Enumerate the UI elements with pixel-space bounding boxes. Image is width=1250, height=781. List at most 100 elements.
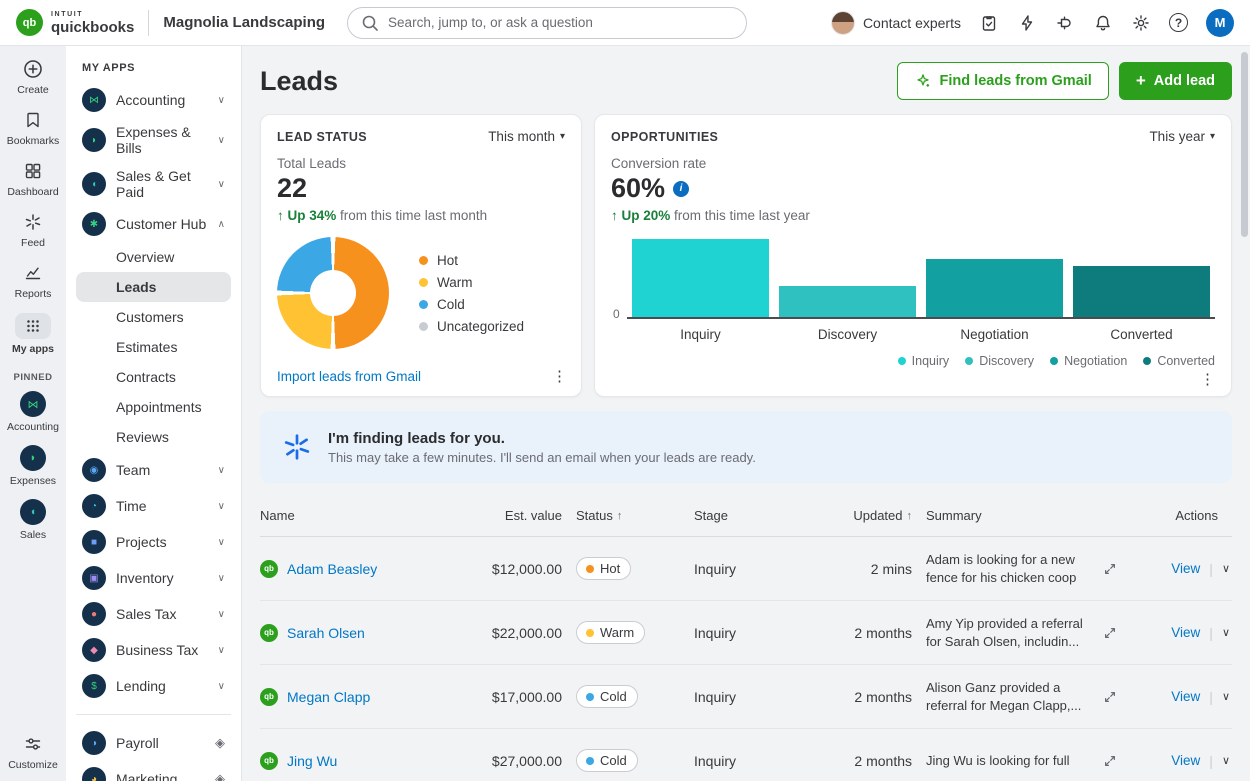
scrollbar-thumb[interactable] <box>1241 52 1248 237</box>
lead-name-link[interactable]: Megan Clapp <box>287 689 370 705</box>
rail-item-feed[interactable]: Feed <box>21 211 45 249</box>
lead-name-link[interactable]: Adam Beasley <box>287 561 377 577</box>
app-row[interactable]: ⋈ Accounting ∨ <box>76 82 231 118</box>
app-row[interactable]: ◆ Business Tax ∨ <box>76 632 231 668</box>
customer-hub-subitem[interactable]: Leads <box>76 272 231 302</box>
notifications-bell-icon[interactable] <box>1093 13 1113 33</box>
app-row-customer-hub[interactable]: ✱ Customer Hub ∧ <box>76 206 231 242</box>
app-row[interactable]: ◖ Sales & Get Paid ∨ <box>76 162 231 206</box>
lead-status-kebab-menu[interactable]: ⋮ <box>552 367 567 385</box>
app-row[interactable]: $ Lending ∨ <box>76 668 231 704</box>
customer-hub-subitem[interactable]: Reviews <box>76 422 231 452</box>
column-header-updated[interactable]: Updated ↑ <box>798 508 926 523</box>
app-row[interactable]: ◗ Expenses & Bills ∨ <box>76 118 231 162</box>
customer-hub-glyph: ✱ <box>90 219 98 230</box>
contact-experts-button[interactable]: Contact experts <box>831 11 961 35</box>
summary-cell: Alison Ganz provided a referral for Mega… <box>926 679 1102 714</box>
customize-sliders-icon <box>23 734 43 754</box>
app-row[interactable]: ◔ Time ∨ <box>76 488 231 524</box>
customer-hub-subitem[interactable]: Appointments <box>76 392 231 422</box>
premium-app-row[interactable]: ◕ Marketing ◈ <box>76 761 231 781</box>
company-name[interactable]: Magnolia Landscaping <box>163 14 325 31</box>
info-icon[interactable]: i <box>673 181 689 197</box>
rail-item-customize[interactable]: Customize <box>8 733 58 771</box>
customer-hub-subitem[interactable]: Customers <box>76 302 231 332</box>
table-row: qb Adam Beasley $12,000.00 Hot Inquiry 2… <box>260 537 1232 601</box>
app-icon: ● <box>82 602 106 626</box>
rail-item-dashboard[interactable]: Dashboard <box>7 160 58 198</box>
expand-summary-icon[interactable] <box>1102 625 1136 641</box>
legend-dot <box>898 357 906 365</box>
user-avatar[interactable]: M <box>1206 9 1234 37</box>
rail-label-dashboard: Dashboard <box>7 186 58 198</box>
pinned-app[interactable]: ⋈ Accounting <box>7 391 59 433</box>
opportunities-period-dropdown[interactable]: This year ▾ <box>1149 129 1215 144</box>
premium-app-row[interactable]: ◑ Payroll ◈ <box>76 725 231 761</box>
column-header-stage: Stage <box>694 508 798 523</box>
customer-hub-subitem[interactable]: Estimates <box>76 332 231 362</box>
add-lead-button[interactable]: + Add lead <box>1119 62 1232 100</box>
row-chevron-down-icon[interactable]: ∨ <box>1222 754 1230 767</box>
app-glyph: ◑ <box>91 738 97 749</box>
lead-name-link[interactable]: Sarah Olsen <box>287 625 365 641</box>
app-row[interactable]: ■ Projects ∨ <box>76 524 231 560</box>
topbar-right: Contact experts ? M <box>831 9 1234 37</box>
app-row[interactable]: ● Sales Tax ∨ <box>76 596 231 632</box>
import-leads-from-gmail-link[interactable]: Import leads from Gmail <box>277 369 421 384</box>
legend-label: Discovery <box>979 354 1034 368</box>
rail-item-reports[interactable]: Reports <box>15 262 52 300</box>
status-badge: Cold <box>576 749 638 772</box>
app-glyph: ◆ <box>90 645 98 656</box>
lead-name-cell: qb Adam Beasley <box>260 560 472 578</box>
qb-logo-icon: qb <box>16 9 43 36</box>
help-icon[interactable]: ? <box>1169 13 1188 32</box>
global-search[interactable] <box>347 7 747 39</box>
expand-summary-icon[interactable] <box>1102 753 1136 769</box>
rail-item-my-apps[interactable]: My apps <box>12 313 54 355</box>
quick-actions-bolt-icon[interactable] <box>1017 13 1037 33</box>
assist-banner-text: I'm finding leads for you. This may take… <box>328 430 756 465</box>
rail-item-create[interactable]: Create <box>17 58 49 96</box>
view-lead-link[interactable]: View <box>1171 561 1200 576</box>
app-row[interactable]: ◉ Team ∨ <box>76 452 231 488</box>
conversion-rate-value: 60% <box>611 173 665 204</box>
left-rail: Create Bookmarks Dashboard Feed Reports … <box>0 46 66 781</box>
summary-cell: Jing Wu is looking for full <box>926 752 1102 770</box>
integrations-plug-icon[interactable] <box>1055 13 1075 33</box>
view-lead-link[interactable]: View <box>1171 753 1200 768</box>
expand-summary-icon[interactable] <box>1102 561 1136 577</box>
tasks-clipboard-icon[interactable] <box>979 13 999 33</box>
opportunities-kebab-menu[interactable]: ⋮ <box>1200 370 1215 388</box>
row-chevron-down-icon[interactable]: ∨ <box>1222 562 1230 575</box>
lead-status-donut-chart <box>277 237 389 349</box>
actions-cell: View | ∨ <box>1136 689 1232 705</box>
actions-cell: View | ∨ <box>1136 561 1232 577</box>
status-cell: Warm <box>576 621 694 644</box>
expand-summary-icon[interactable] <box>1102 689 1136 705</box>
row-chevron-down-icon[interactable]: ∨ <box>1222 690 1230 703</box>
column-header-status[interactable]: Status ↑ <box>576 508 694 523</box>
lead-status-period-dropdown[interactable]: This month ▾ <box>488 129 565 144</box>
row-chevron-down-icon[interactable]: ∨ <box>1222 626 1230 639</box>
settings-gear-icon[interactable] <box>1131 13 1151 33</box>
page-actions: Find leads from Gmail + Add lead <box>897 62 1232 100</box>
rail-item-bookmarks[interactable]: Bookmarks <box>7 109 60 147</box>
brand-intuit: INTUIT <box>51 11 134 18</box>
pinned-app[interactable]: ◗ Expenses <box>10 445 56 487</box>
app-row[interactable]: ▣ Inventory ∨ <box>76 560 231 596</box>
pinned-app-glyph: ⋈ <box>27 398 38 411</box>
customer-hub-subitem[interactable]: Overview <box>76 242 231 272</box>
qb-source-badge-icon: qb <box>260 560 278 578</box>
customer-hub-subitem[interactable]: Contracts <box>76 362 231 392</box>
quickbooks-logo[interactable]: qb INTUIT quickbooks <box>16 9 134 36</box>
view-lead-link[interactable]: View <box>1171 689 1200 704</box>
bars-area <box>627 239 1215 319</box>
pinned-app-icon: ◖ <box>20 499 46 525</box>
status-badge: Cold <box>576 685 638 708</box>
search-input[interactable] <box>388 15 734 30</box>
status-label: Cold <box>600 753 627 768</box>
lead-name-link[interactable]: Jing Wu <box>287 753 337 769</box>
pinned-app[interactable]: ◖ Sales <box>20 499 46 541</box>
find-leads-from-gmail-button[interactable]: Find leads from Gmail <box>897 62 1109 100</box>
view-lead-link[interactable]: View <box>1171 625 1200 640</box>
